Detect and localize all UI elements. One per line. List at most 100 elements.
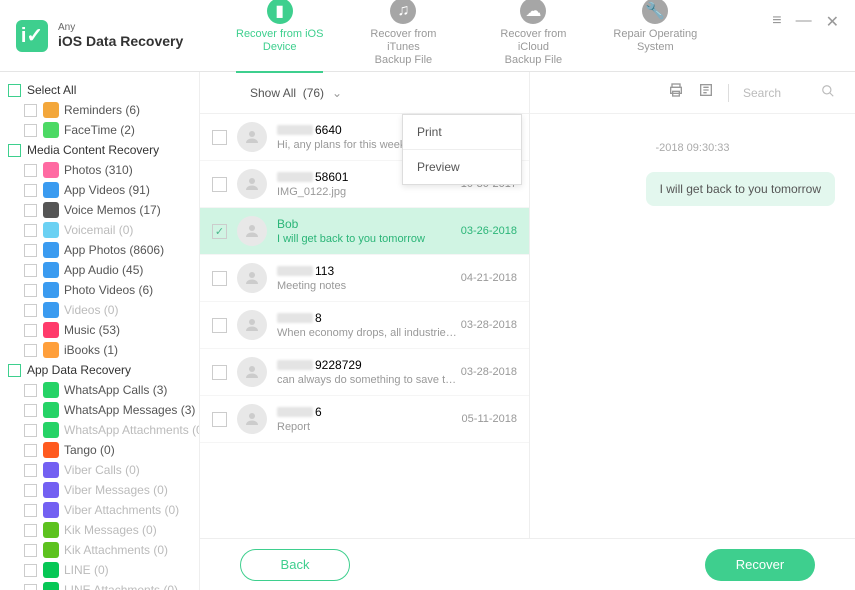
checkbox[interactable] (24, 184, 37, 197)
close-icon[interactable]: ✕ (826, 12, 839, 32)
message-preview: Report (277, 421, 462, 433)
itunes-icon: ♫ (390, 0, 416, 24)
type-icon (43, 262, 59, 278)
message-row[interactable]: 6 Report 05-11-2018 (200, 396, 529, 443)
checkbox[interactable] (24, 544, 37, 557)
sidebar-item[interactable]: iBooks (1) (0, 340, 199, 360)
row-checkbox[interactable] (212, 130, 227, 145)
sidebar-item-label: Viber Calls (0) (64, 463, 140, 477)
row-checkbox[interactable] (212, 365, 227, 380)
type-icon (43, 122, 59, 138)
row-checkbox[interactable] (212, 177, 227, 192)
checkbox[interactable] (24, 224, 37, 237)
checkbox[interactable] (24, 584, 37, 590)
sidebar-item-label: Photos (310) (64, 163, 133, 177)
checkbox[interactable] (24, 504, 37, 517)
sidebar-item-label: LINE Attachments (0) (64, 583, 178, 590)
checkbox[interactable] (24, 564, 37, 577)
sidebar-item[interactable]: Photo Videos (6) (0, 280, 199, 300)
message-date: 03-28-2018 (461, 319, 517, 331)
sidebar-item[interactable]: Kik Messages (0) (0, 520, 199, 540)
sidebar-item-label: Voice Memos (17) (64, 203, 161, 217)
message-bubble: I will get back to you tomorrow (646, 172, 835, 206)
sidebar-item[interactable]: LINE (0) (0, 560, 199, 580)
checkbox[interactable] (24, 384, 37, 397)
message-row[interactable]: ✓ Bob I will get back to you tomorrow 03… (200, 208, 529, 255)
sidebar-group[interactable]: Media Content Recovery (0, 140, 199, 160)
sidebar-item[interactable]: Music (53) (0, 320, 199, 340)
sidebar-item-label: Videos (0) (64, 303, 118, 317)
row-checkbox[interactable]: ✓ (212, 224, 227, 239)
checkbox[interactable] (24, 164, 37, 177)
sidebar-item[interactable]: Voice Memos (17) (0, 200, 199, 220)
sidebar-item[interactable]: WhatsApp Messages (3) (0, 400, 199, 420)
row-checkbox[interactable] (212, 318, 227, 333)
sidebar-item[interactable]: Viber Calls (0) (0, 460, 199, 480)
search-box[interactable]: Search (743, 84, 835, 101)
group-toggle-icon[interactable] (8, 144, 21, 157)
sidebar-item[interactable]: App Photos (8606) (0, 240, 199, 260)
checkbox[interactable] (24, 244, 37, 257)
row-checkbox[interactable] (212, 271, 227, 286)
print-icon[interactable] (668, 82, 684, 103)
sidebar-item[interactable]: LINE Attachments (0) (0, 580, 199, 590)
sidebar-item[interactable]: FaceTime (2) (0, 120, 199, 140)
checkbox[interactable] (24, 484, 37, 497)
group-toggle-icon[interactable] (8, 364, 21, 377)
checkbox[interactable] (24, 264, 37, 277)
tab-3[interactable]: 🔧 Repair OperatingSystem (613, 0, 697, 73)
message-preview: Meeting notes (277, 280, 461, 292)
chevron-down-icon: ⌄ (332, 86, 342, 100)
dropdown-preview[interactable]: Preview (403, 150, 521, 184)
sidebar-item[interactable]: Viber Messages (0) (0, 480, 199, 500)
checkbox[interactable] (24, 424, 37, 437)
brand-any: Any (58, 22, 183, 33)
checkbox[interactable] (24, 324, 37, 337)
checkbox[interactable] (24, 284, 37, 297)
checkbox[interactable] (24, 404, 37, 417)
checkbox[interactable] (24, 204, 37, 217)
group-toggle-icon[interactable] (8, 84, 21, 97)
checkbox[interactable] (24, 524, 37, 537)
tab-0[interactable]: ▮ Recover from iOSDevice (236, 0, 323, 73)
filter-bar[interactable]: Show All (76) ⌄ (200, 72, 529, 114)
checkbox[interactable] (24, 464, 37, 477)
sidebar-item[interactable]: App Videos (91) (0, 180, 199, 200)
sidebar-item[interactable]: App Audio (45) (0, 260, 199, 280)
sidebar-group[interactable]: Select All (0, 80, 199, 100)
sidebar-item[interactable]: Voicemail (0) (0, 220, 199, 240)
sidebar-item[interactable]: Viber Attachments (0) (0, 500, 199, 520)
checkbox[interactable] (24, 124, 37, 137)
sidebar-item[interactable]: Videos (0) (0, 300, 199, 320)
sidebar-item[interactable]: Photos (310) (0, 160, 199, 180)
message-row[interactable]: 8 When economy drops, all industries may… (200, 302, 529, 349)
menu-icon[interactable]: ≡ (772, 12, 781, 32)
brand: i✓ Any iOS Data Recovery (16, 20, 216, 52)
sidebar-item[interactable]: WhatsApp Attachments (0) (0, 420, 199, 440)
sidebar-item[interactable]: WhatsApp Calls (3) (0, 380, 199, 400)
message-row[interactable]: 9228729 can always do something to save … (200, 349, 529, 396)
export-icon[interactable] (698, 82, 714, 103)
type-icon (43, 522, 59, 538)
sidebar-item[interactable]: Reminders (6) (0, 100, 199, 120)
footer: Back Recover (200, 538, 855, 590)
back-button[interactable]: Back (240, 549, 350, 581)
tab-2[interactable]: ☁ Recover from iCloudBackup File (483, 0, 583, 73)
message-row[interactable]: 113 Meeting notes 04-21-2018 (200, 255, 529, 302)
checkbox[interactable] (24, 104, 37, 117)
sidebar-item[interactable]: Tango (0) (0, 440, 199, 460)
sidebar-group[interactable]: App Data Recovery (0, 360, 199, 380)
dropdown-print[interactable]: Print (403, 115, 521, 150)
toolbar-divider (728, 84, 729, 102)
recover-button[interactable]: Recover (705, 549, 815, 581)
avatar-icon (237, 122, 267, 152)
row-checkbox[interactable] (212, 412, 227, 427)
checkbox[interactable] (24, 304, 37, 317)
type-icon (43, 422, 59, 438)
tab-1[interactable]: ♫ Recover from iTunesBackup File (353, 0, 453, 73)
minimize-icon[interactable]: — (796, 12, 812, 32)
filter-count: (76) (303, 86, 324, 100)
checkbox[interactable] (24, 344, 37, 357)
checkbox[interactable] (24, 444, 37, 457)
sidebar-item[interactable]: Kik Attachments (0) (0, 540, 199, 560)
